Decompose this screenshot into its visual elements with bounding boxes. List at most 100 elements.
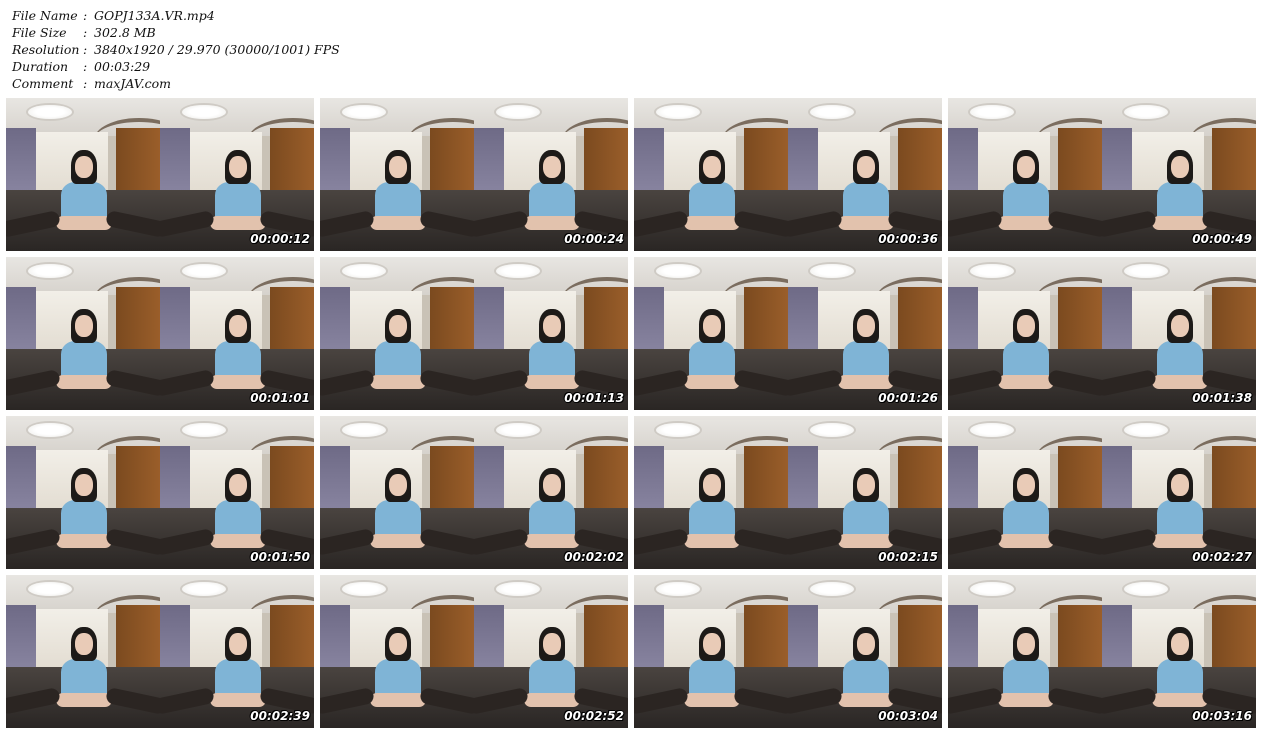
timestamp: 00:00:12 bbox=[250, 232, 310, 246]
timestamp: 00:00:24 bbox=[564, 232, 624, 246]
person-legs bbox=[524, 375, 580, 389]
ceiling-lamp bbox=[28, 423, 72, 437]
person-face bbox=[75, 156, 93, 178]
person-legs bbox=[684, 375, 740, 389]
window bbox=[6, 605, 36, 675]
door bbox=[744, 605, 788, 671]
vr-eye-view bbox=[948, 416, 1102, 569]
thumbnail[interactable]: 00:00:12 bbox=[6, 98, 314, 251]
person-face bbox=[75, 633, 93, 655]
thumbnail[interactable]: 00:02:15 bbox=[634, 416, 942, 569]
timestamp: 00:01:50 bbox=[250, 550, 310, 564]
vr-eye-view bbox=[474, 257, 628, 410]
vr-eye-view bbox=[1102, 575, 1256, 728]
window bbox=[320, 287, 350, 357]
person-face bbox=[389, 315, 407, 337]
door bbox=[430, 128, 474, 194]
thumbnail[interactable]: 00:00:49 bbox=[948, 98, 1256, 251]
ceiling-lamp bbox=[28, 105, 72, 119]
window bbox=[320, 605, 350, 675]
comment-row: Comment : maxJAV.com bbox=[12, 75, 340, 92]
thumbnail[interactable]: 00:01:38 bbox=[948, 257, 1256, 410]
window bbox=[788, 128, 818, 198]
person-legs bbox=[1152, 375, 1208, 389]
person-face bbox=[1171, 156, 1189, 178]
door bbox=[270, 128, 314, 194]
thumbnail[interactable]: 00:01:50 bbox=[6, 416, 314, 569]
vr-eye-view bbox=[6, 416, 160, 569]
person-face bbox=[543, 474, 561, 496]
thumbnail[interactable]: 00:00:24 bbox=[320, 98, 628, 251]
person-face bbox=[1017, 474, 1035, 496]
vr-eye-view bbox=[1102, 416, 1256, 569]
window bbox=[948, 605, 978, 675]
person-face bbox=[1017, 633, 1035, 655]
window bbox=[474, 128, 504, 198]
person-face bbox=[1171, 315, 1189, 337]
ceiling-lamp bbox=[656, 582, 700, 596]
thumbnail[interactable]: 00:02:27 bbox=[948, 416, 1256, 569]
person-legs bbox=[838, 693, 894, 707]
thumbnail[interactable]: 00:02:02 bbox=[320, 416, 628, 569]
person-legs bbox=[998, 534, 1054, 548]
door bbox=[1058, 287, 1102, 353]
door bbox=[584, 287, 628, 353]
window bbox=[474, 446, 504, 516]
window bbox=[160, 446, 190, 516]
door bbox=[744, 287, 788, 353]
person-face bbox=[703, 633, 721, 655]
person-face bbox=[1017, 315, 1035, 337]
door bbox=[116, 605, 160, 671]
person-face bbox=[229, 633, 247, 655]
door bbox=[116, 287, 160, 353]
window bbox=[948, 128, 978, 198]
person-face bbox=[543, 156, 561, 178]
person-legs bbox=[56, 693, 112, 707]
window bbox=[948, 446, 978, 516]
vr-eye-view bbox=[6, 98, 160, 251]
door bbox=[584, 446, 628, 512]
window bbox=[634, 446, 664, 516]
ceiling-lamp bbox=[810, 423, 854, 437]
resolution-row: Resolution : 3840x1920 / 29.970 (30000/1… bbox=[12, 41, 340, 58]
thumbnail[interactable]: 00:01:26 bbox=[634, 257, 942, 410]
person-legs bbox=[210, 534, 266, 548]
vr-eye-view bbox=[948, 575, 1102, 728]
ceiling-lamp bbox=[970, 423, 1014, 437]
person-face bbox=[703, 315, 721, 337]
duration-row: Duration : 00:03:29 bbox=[12, 58, 340, 75]
window bbox=[160, 128, 190, 198]
person-legs bbox=[838, 534, 894, 548]
ceiling-lamp bbox=[656, 264, 700, 278]
thumbnail[interactable]: 00:02:52 bbox=[320, 575, 628, 728]
person-face bbox=[229, 315, 247, 337]
ceiling-lamp bbox=[1124, 264, 1168, 278]
vr-eye-view bbox=[948, 98, 1102, 251]
separator: : bbox=[83, 25, 88, 40]
vr-eye-view bbox=[1102, 98, 1256, 251]
door bbox=[1212, 446, 1256, 512]
vr-eye-view bbox=[1102, 257, 1256, 410]
thumbnail[interactable]: 00:01:13 bbox=[320, 257, 628, 410]
person-legs bbox=[684, 534, 740, 548]
window bbox=[1102, 287, 1132, 357]
person-legs bbox=[838, 375, 894, 389]
window bbox=[160, 605, 190, 675]
ceiling-lamp bbox=[496, 264, 540, 278]
door bbox=[1212, 128, 1256, 194]
person-face bbox=[1171, 633, 1189, 655]
door bbox=[584, 605, 628, 671]
ceiling-lamp bbox=[1124, 582, 1168, 596]
thumbnail[interactable]: 00:02:39 bbox=[6, 575, 314, 728]
ceiling-lamp bbox=[182, 264, 226, 278]
file-name-label: File Name bbox=[12, 8, 78, 23]
thumbnail[interactable]: 00:01:01 bbox=[6, 257, 314, 410]
vr-eye-view bbox=[634, 575, 788, 728]
ceiling-lamp bbox=[810, 264, 854, 278]
file-size-row: File Size : 302.8 MB bbox=[12, 24, 340, 41]
thumbnail[interactable]: 00:00:36 bbox=[634, 98, 942, 251]
door bbox=[1058, 446, 1102, 512]
vr-eye-view bbox=[6, 575, 160, 728]
thumbnail[interactable]: 00:03:04 bbox=[634, 575, 942, 728]
thumbnail[interactable]: 00:03:16 bbox=[948, 575, 1256, 728]
